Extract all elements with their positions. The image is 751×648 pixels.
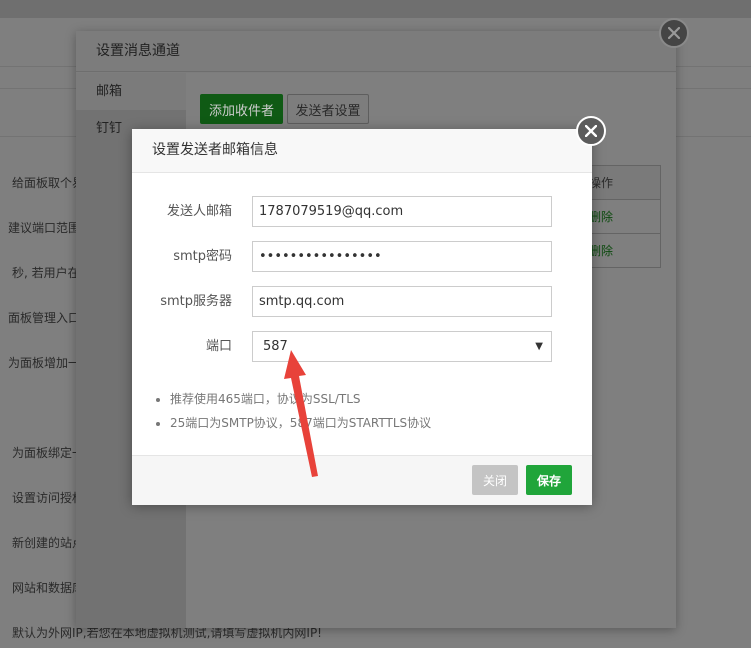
tips-list: 推荐使用465端口，协议为SSL/TLS 25端口为SMTP协议，587端口为S…: [152, 387, 590, 435]
background-topbar: [0, 0, 751, 18]
port-label: 端口: [205, 339, 232, 354]
form-row-port: 端口 587 ▼: [132, 331, 592, 362]
form-row-password: smtp密码: [132, 241, 592, 272]
background-text: 为面板绑定一: [12, 446, 85, 460]
close-button[interactable]: 关闭: [472, 465, 518, 495]
smtp-password-input[interactable]: [252, 241, 552, 272]
save-button[interactable]: 保存: [526, 465, 572, 495]
close-icon: [668, 27, 680, 39]
port-select-value: 587: [263, 339, 288, 354]
background-text: 为面板增加一: [8, 356, 81, 370]
sidebar-item-email[interactable]: 邮箱: [76, 73, 186, 110]
sender-email-input[interactable]: [252, 196, 552, 227]
background-text: 面板管理入口: [8, 311, 81, 325]
modal-close-button[interactable]: [576, 116, 606, 146]
background-text: 设置访问授权: [12, 491, 85, 505]
recipient-table: 操作 删除 删除: [586, 165, 661, 268]
sender-settings-button[interactable]: 发送者设置: [287, 94, 369, 124]
smtp-server-input[interactable]: [252, 286, 552, 317]
email-label: 发送人邮箱: [166, 204, 232, 219]
background-text: 网站和数据库: [12, 581, 85, 595]
table-header-actions: 操作: [587, 166, 660, 200]
tip-item: 25端口为SMTP协议，587端口为STARTTLS协议: [170, 411, 590, 435]
server-label: smtp服务器: [160, 294, 232, 309]
background-text: 新创建的站点: [12, 536, 85, 550]
caret-down-icon: ▼: [535, 341, 543, 352]
form-row-server: smtp服务器: [132, 286, 592, 317]
password-label: smtp密码: [173, 249, 232, 264]
background-text: 建议端口范围: [8, 221, 81, 235]
background-text: 秒, 若用户在: [12, 266, 80, 280]
modal-footer: 关闭 保存: [132, 455, 592, 505]
outer-dialog-close-button[interactable]: [659, 18, 689, 48]
tip-item: 推荐使用465端口，协议为SSL/TLS: [170, 387, 590, 411]
background-text: 给面板取个易: [12, 176, 85, 190]
sender-email-modal: 设置发送者邮箱信息 发送人邮箱 smtp密码 smtp服务器 端口 587 ▼ …: [132, 129, 592, 505]
add-recipient-button[interactable]: 添加收件者: [200, 94, 283, 124]
modal-title: 设置发送者邮箱信息: [132, 129, 592, 173]
close-icon: [585, 125, 597, 137]
delete-link[interactable]: 删除: [587, 234, 660, 268]
form-row-email: 发送人邮箱: [132, 196, 592, 227]
message-channel-title: 设置消息通道: [76, 31, 676, 72]
delete-link[interactable]: 删除: [587, 200, 660, 234]
port-select[interactable]: 587 ▼: [252, 331, 552, 362]
